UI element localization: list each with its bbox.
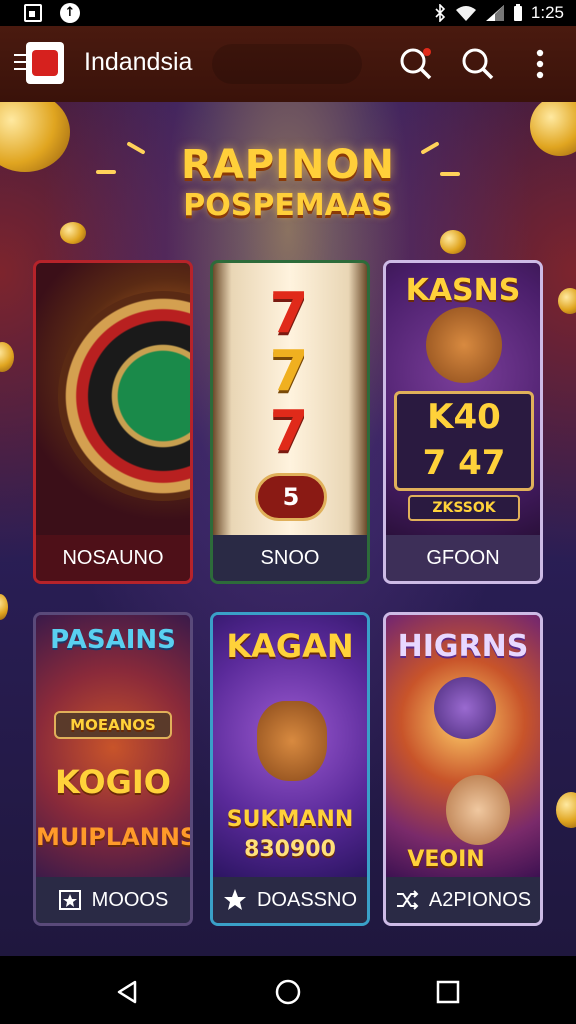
coin-decor <box>556 792 576 828</box>
panther-icon <box>434 677 496 739</box>
card-art-title: KASNS <box>405 273 521 308</box>
back-triangle-icon <box>117 980 137 1004</box>
signal-icon <box>485 5 504 21</box>
bluetooth-icon <box>435 4 446 22</box>
card-art-sub1: VEOIN <box>407 847 485 872</box>
roulette-art <box>36 263 190 538</box>
battery-icon <box>513 4 522 21</box>
game-card-label: NOSAUNO <box>36 535 190 581</box>
promo-title-line1: RAPINON <box>181 142 395 188</box>
recents-square-icon <box>436 980 460 1004</box>
card-art-title: KAGAN <box>226 627 354 665</box>
roulette-wheel-icon <box>58 291 190 501</box>
coin-decor <box>440 230 466 254</box>
game-card-4[interactable]: PASAINS MOEANOS KOGIO MUIPLANNS MOOOS <box>33 612 193 926</box>
game-art: HIGRNS VEOIN <box>386 615 540 880</box>
reel-symbol: 7 <box>269 281 309 346</box>
home-button[interactable] <box>274 978 302 1006</box>
game-card-1[interactable]: NOSAUNO <box>33 260 193 584</box>
slot-panel-bottom: 7 47 <box>422 443 506 483</box>
card-art-sub2: 830900 <box>244 837 336 862</box>
game-card-label-row: MOOOS <box>36 877 190 923</box>
home-circle-icon <box>275 979 301 1005</box>
game-card-label: GFOON <box>386 535 540 581</box>
game-art: KAGAN SUKMANN 830900 <box>213 615 367 880</box>
title-pill <box>212 44 362 84</box>
card-art-title: HIGRNS <box>397 629 529 664</box>
card-art-sub1: SUKMANN <box>226 807 354 832</box>
reel-symbol: 7 <box>269 339 309 404</box>
game-card-label-row: DOASSNO <box>213 877 367 923</box>
more-vert-icon[interactable] <box>520 44 560 84</box>
coin-decor <box>0 342 14 372</box>
upload-circle-icon: ↑ <box>60 3 80 23</box>
star-icon <box>223 889 246 910</box>
card-art-sub2: KOGIO <box>55 763 171 801</box>
game-card-label: MOOOS <box>91 888 169 911</box>
reel-symbol: 7 <box>269 399 309 464</box>
coin-decor <box>0 594 8 620</box>
coin-decor <box>60 222 86 244</box>
game-lobby[interactable]: RAPINON POSPEMAAS NOSAUNO 7 7 7 5 SNOO K… <box>0 102 576 956</box>
status-time: 1:25 <box>530 3 564 22</box>
game-card-label: SNOO <box>213 535 367 581</box>
card-art-sub3: MUIPLANNS <box>36 823 193 851</box>
game-art: PASAINS MOEANOS KOGIO MUIPLANNS <box>36 615 190 880</box>
system-nav-bar <box>0 956 576 1024</box>
reel-badge: 5 <box>255 473 327 521</box>
shuffle-icon <box>396 890 419 910</box>
game-card-6[interactable]: HIGRNS VEOIN A2PIONOS <box>383 612 543 926</box>
back-button[interactable] <box>114 978 142 1006</box>
app-bar: Indandsia <box>0 26 576 102</box>
card-art-title: PASAINS <box>50 625 176 655</box>
slot-machine-art: KASNS K40 7 47 ZKSSOK <box>386 263 540 538</box>
app-title: Indandsia <box>84 48 193 76</box>
slot-reel-art: 7 7 7 5 <box>213 263 367 538</box>
slot-panel-top: K40 <box>427 397 501 437</box>
game-card-label: A2PIONOS <box>428 888 532 911</box>
card-art-sub1: MOEANOS <box>54 711 172 739</box>
slot-panel: K40 7 47 <box>394 391 534 491</box>
wifi-icon <box>455 6 476 21</box>
lion-icon <box>257 701 327 781</box>
coin-decor <box>558 288 576 314</box>
notification-box-icon <box>24 4 42 22</box>
game-card-label-row: A2PIONOS <box>386 877 540 923</box>
lion-icon <box>426 307 502 383</box>
search-icon[interactable] <box>458 44 498 84</box>
box-star-icon <box>58 890 81 910</box>
menu-logo-icon[interactable] <box>14 42 64 84</box>
promo-title-line2: POSPEMAAS <box>183 188 393 223</box>
recents-button[interactable] <box>434 978 462 1006</box>
promo-banner[interactable]: RAPINON POSPEMAAS <box>0 142 576 223</box>
game-card-5[interactable]: KAGAN SUKMANN 830900 DOASSNO <box>210 612 370 926</box>
game-card-label: DOASSNO <box>256 888 358 911</box>
game-card-3[interactable]: KASNS K40 7 47 ZKSSOK GFOON <box>383 260 543 584</box>
status-bar: ↑ 1:25 <box>0 0 576 26</box>
notification-search-icon[interactable] <box>396 44 436 84</box>
game-card-2[interactable]: 7 7 7 5 SNOO <box>210 260 370 584</box>
woman-portrait-icon <box>446 775 510 845</box>
slot-tag: ZKSSOK <box>408 495 520 521</box>
